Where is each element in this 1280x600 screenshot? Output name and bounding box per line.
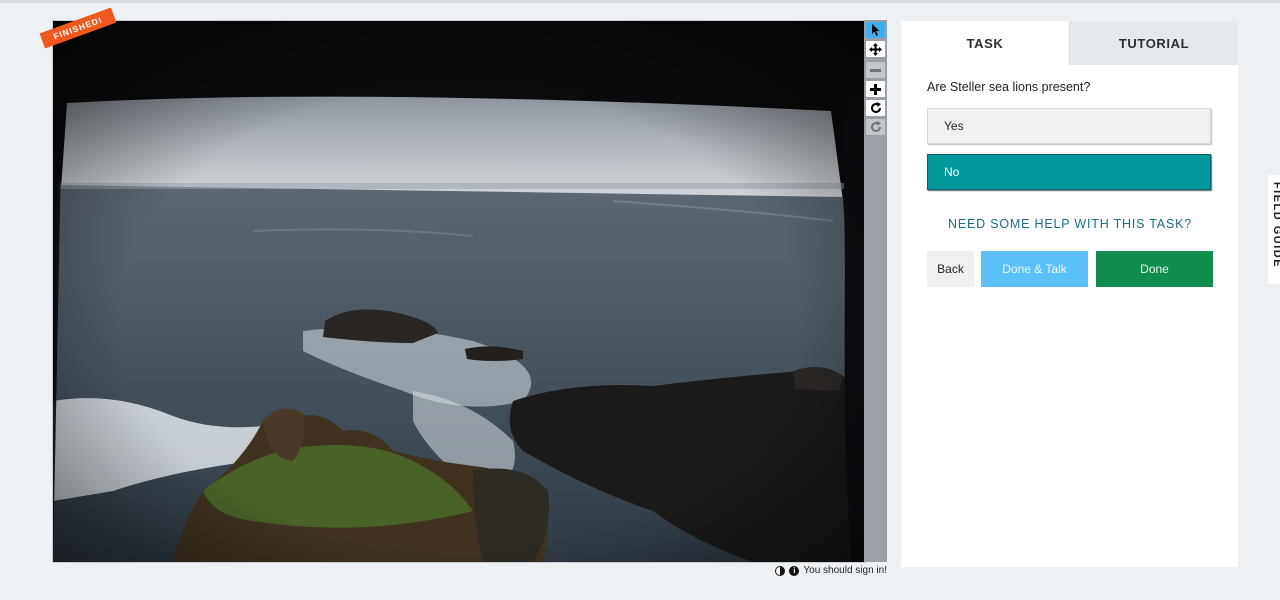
image-toolbar (864, 20, 887, 562)
field-guide-label: FIELD GUIDE (1271, 181, 1280, 269)
help-link[interactable]: NEED SOME HELP WITH THIS TASK? (927, 217, 1213, 231)
answer-no-label: No (944, 165, 960, 179)
answer-no[interactable]: No (927, 154, 1211, 190)
signin-text: You should sign in! (803, 565, 887, 576)
zoom-out-icon[interactable] (866, 62, 885, 78)
signin-notice: i You should sign in! (775, 565, 887, 576)
contrast-icon[interactable] (775, 565, 786, 576)
tab-tutorial[interactable]: TUTORIAL (1069, 21, 1238, 65)
pointer-icon[interactable] (866, 22, 885, 38)
subject-image (53, 21, 865, 562)
answer-yes-label: Yes (944, 119, 964, 133)
tab-task[interactable]: TASK (901, 21, 1069, 65)
zoom-in-icon[interactable] (866, 81, 885, 97)
info-icon[interactable]: i (789, 565, 800, 576)
answer-yes[interactable]: Yes (927, 108, 1211, 144)
rotate-icon[interactable] (866, 100, 885, 116)
top-bar (0, 0, 1280, 3)
reset-icon[interactable] (866, 119, 885, 135)
task-panel: TASK TUTORIAL Are Steller sea lions pres… (901, 21, 1238, 567)
done-button[interactable]: Done (1096, 251, 1213, 287)
back-button[interactable]: Back (927, 251, 974, 287)
done-and-talk-button[interactable]: Done & Talk (981, 251, 1088, 287)
panel-tabs: TASK TUTORIAL (901, 21, 1238, 65)
field-guide-tab[interactable]: FIELD GUIDE (1268, 175, 1280, 284)
task-question: Are Steller sea lions present? (927, 80, 1091, 94)
move-icon[interactable] (866, 41, 885, 57)
subject-viewer[interactable] (52, 20, 866, 563)
